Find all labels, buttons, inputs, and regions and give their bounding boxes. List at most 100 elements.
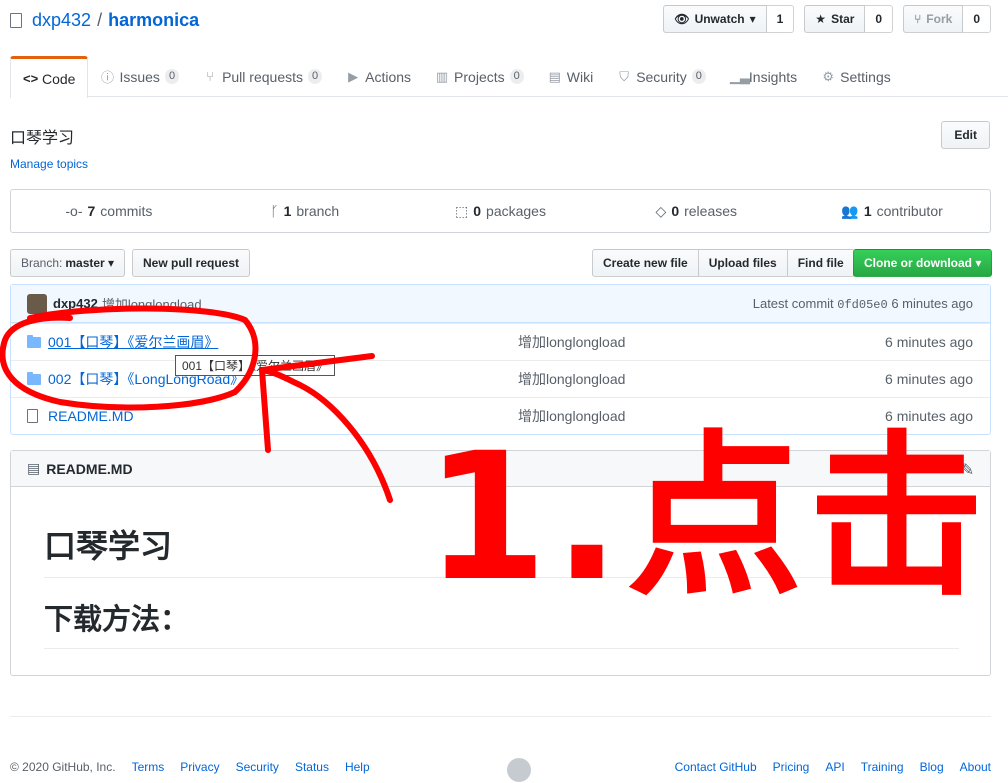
footer-link-api[interactable]: API bbox=[825, 760, 844, 774]
star-label: Star bbox=[831, 12, 855, 26]
unwatch-button[interactable]: 👁 Unwatch ▾ bbox=[663, 5, 767, 33]
repo-separator: / bbox=[97, 9, 103, 30]
avatar[interactable] bbox=[27, 293, 47, 314]
branches-link[interactable]: ᚴ 1 branch bbox=[207, 190, 403, 232]
fork-button[interactable]: ⑂ Fork bbox=[903, 5, 964, 33]
tab-code[interactable]: <> Code bbox=[10, 56, 89, 98]
watch-group: 👁 Unwatch ▾ 1 bbox=[663, 5, 795, 33]
branch-icon: ᚴ bbox=[270, 203, 279, 219]
tab-actions[interactable]: ▶ Actions bbox=[334, 56, 423, 97]
tab-label: Code bbox=[42, 70, 76, 87]
file-icon bbox=[27, 409, 42, 423]
tab-counter: 0 bbox=[308, 69, 323, 84]
repo-description: 口琴学习 bbox=[10, 130, 75, 147]
forks-count[interactable]: 0 bbox=[963, 5, 991, 33]
tab-label: Pull requests bbox=[222, 68, 303, 85]
people-icon: 👥 bbox=[841, 202, 859, 219]
footer-left: © 2020 GitHub, Inc. Terms Privacy Securi… bbox=[10, 760, 675, 774]
commits-link[interactable]: -o- 7 commits bbox=[11, 190, 207, 232]
footer-link-pricing[interactable]: Pricing bbox=[773, 760, 810, 774]
readme-filename: README.MD bbox=[46, 460, 133, 477]
star-icon: ★ bbox=[815, 12, 827, 26]
commits-label: commits bbox=[100, 203, 153, 219]
tab-security[interactable]: ⛉ Security 0 bbox=[605, 56, 718, 97]
repo-actions: 👁 Unwatch ▾ 1 ★ Star 0 ⑂ Fork 0 bbox=[663, 5, 991, 33]
footer-link-security[interactable]: Security bbox=[236, 760, 279, 774]
footer-link-about[interactable]: About bbox=[960, 760, 991, 774]
branch-name: master bbox=[65, 256, 105, 270]
commit-sha[interactable]: 0fd05e0 bbox=[837, 298, 887, 312]
commit-author[interactable]: dxp432 bbox=[53, 296, 98, 311]
footer-link-help[interactable]: Help bbox=[345, 760, 370, 774]
file-link[interactable]: README.MD bbox=[48, 408, 134, 424]
repo-owner-link[interactable]: dxp432 bbox=[32, 10, 91, 31]
tab-settings[interactable]: ⚙ Settings bbox=[809, 56, 903, 97]
tab-label: Insights bbox=[748, 68, 798, 85]
tab-label: Security bbox=[636, 68, 687, 85]
create-new-file-button[interactable]: Create new file bbox=[592, 249, 699, 277]
footer-link-contact[interactable]: Contact GitHub bbox=[675, 760, 757, 774]
file-actions: Create new file Upload files Find file bbox=[592, 249, 855, 277]
chevron-down-icon: ▾ bbox=[104, 256, 115, 270]
tab-insights[interactable]: ▁▃ Insights bbox=[718, 56, 809, 97]
chevron-down-icon: ▾ bbox=[749, 12, 756, 26]
table-row: 002【口琴】《LongLongRoad》 增加longlongload 6 m… bbox=[11, 360, 990, 397]
table-row: 001【口琴】《爱尔兰画眉》 增加longlongload 6 minutes … bbox=[11, 323, 990, 360]
chevron-down-icon: ▾ bbox=[972, 256, 982, 270]
file-age: 6 minutes ago bbox=[885, 334, 973, 350]
clone-or-download-button[interactable]: Clone or download ▾ bbox=[853, 249, 993, 277]
book-icon: ▤ bbox=[548, 68, 561, 84]
tab-pull-requests[interactable]: ⑂ Pull requests 0 bbox=[191, 56, 334, 97]
tab-projects[interactable]: ▥ Projects 0 bbox=[423, 56, 536, 97]
folder-icon bbox=[27, 334, 42, 348]
numbers-summary: -o- 7 commits ᚴ 1 branch ⬚ 0 packages ◇ … bbox=[10, 189, 991, 233]
repo-title: dxp432 / harmonica bbox=[10, 8, 199, 32]
footer-divider bbox=[10, 716, 991, 717]
footer-link-training[interactable]: Training bbox=[861, 760, 904, 774]
contributors-link[interactable]: 👥 1 contributor bbox=[794, 190, 990, 232]
commits-count: 7 bbox=[87, 203, 96, 219]
stargazers-count[interactable]: 0 bbox=[865, 5, 894, 33]
fork-label: Fork bbox=[926, 12, 953, 26]
watchers-count[interactable]: 1 bbox=[766, 5, 795, 33]
latest-commit-label: Latest commit bbox=[752, 295, 834, 311]
footer-link-blog[interactable]: Blog bbox=[920, 760, 944, 774]
star-button[interactable]: ★ Star bbox=[804, 5, 866, 33]
new-pull-request-button[interactable]: New pull request bbox=[132, 249, 251, 277]
find-file-button[interactable]: Find file bbox=[786, 249, 855, 277]
footer-link-terms[interactable]: Terms bbox=[132, 760, 165, 774]
branch-prefix: Branch: bbox=[21, 256, 63, 270]
package-icon: ⬚ bbox=[455, 202, 469, 219]
github-logo-icon[interactable] bbox=[507, 758, 531, 782]
file-commit-message[interactable]: 增加longlongload bbox=[518, 332, 850, 352]
tab-wiki[interactable]: ▤ Wiki bbox=[536, 56, 605, 97]
branch-select-button[interactable]: Branch: master ▾ bbox=[10, 249, 126, 277]
graph-icon: ▁▃ bbox=[729, 68, 750, 84]
packages-link[interactable]: ⬚ 0 packages bbox=[403, 190, 599, 232]
tab-label: Projects bbox=[454, 68, 505, 85]
manage-topics-link[interactable]: Manage topics bbox=[10, 157, 88, 171]
releases-link[interactable]: ◇ 0 releases bbox=[598, 190, 794, 232]
fork-icon: ⑂ bbox=[914, 12, 922, 26]
tab-counter: 0 bbox=[691, 69, 706, 84]
shield-icon: ⛉ bbox=[619, 68, 630, 84]
releases-label: releases bbox=[684, 203, 738, 219]
footer-link-status[interactable]: Status bbox=[295, 760, 329, 774]
tab-label: Settings bbox=[840, 68, 891, 85]
contributors-label: contributor bbox=[876, 203, 943, 219]
tab-counter: 0 bbox=[164, 69, 180, 84]
latest-commit-info: Latest commit 0fd05e0 6 minutes ago bbox=[753, 296, 973, 312]
file-commit-message[interactable]: 增加longlongload bbox=[518, 369, 850, 389]
commit-message[interactable]: 增加longlongload bbox=[102, 294, 202, 313]
file-link[interactable]: 001【口琴】《爱尔兰画眉》 bbox=[48, 334, 218, 350]
upload-files-button[interactable]: Upload files bbox=[697, 249, 788, 277]
packages-count: 0 bbox=[473, 203, 482, 219]
repo-name-link[interactable]: harmonica bbox=[108, 10, 199, 31]
file-table: dxp432 增加longlongload Latest commit 0fd0… bbox=[10, 284, 991, 435]
branches-label: branch bbox=[296, 203, 340, 219]
issue-icon: ⓘ bbox=[100, 70, 114, 85]
tab-issues[interactable]: ⓘ Issues 0 bbox=[88, 56, 191, 97]
book-icon: ▤ bbox=[27, 460, 41, 476]
edit-description-button[interactable]: Edit bbox=[941, 121, 990, 149]
footer-link-privacy[interactable]: Privacy bbox=[180, 760, 219, 774]
